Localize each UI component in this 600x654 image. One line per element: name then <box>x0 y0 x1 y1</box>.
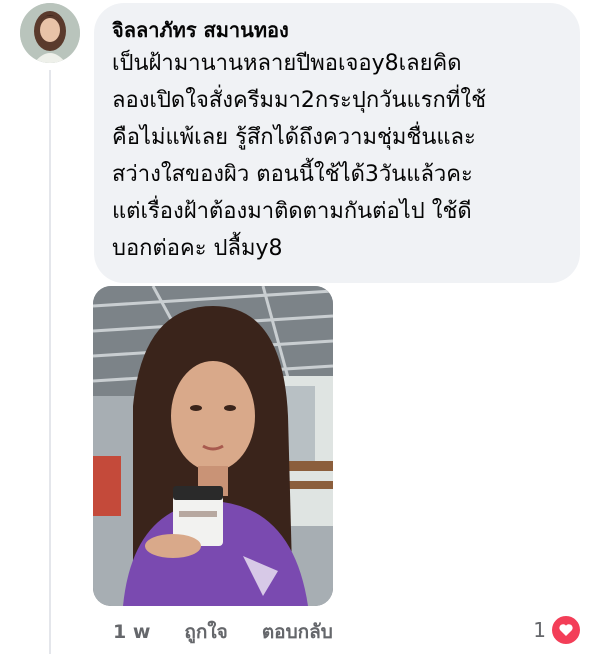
comment-author[interactable]: จิลลาภัทร สมานทอง <box>112 17 562 43</box>
reaction-summary[interactable]: 1 <box>533 614 582 646</box>
avatar[interactable] <box>20 3 80 63</box>
comment-bubble: จิลลาภัทร สมานทอง เป็นฝ้ามานานหลายปีพอเจ… <box>94 3 580 283</box>
reply-button[interactable]: ตอบกลับ <box>262 617 333 647</box>
heart-icon <box>550 614 582 646</box>
comment-photo[interactable] <box>93 286 333 606</box>
comment-timestamp[interactable]: 1 w <box>113 621 150 643</box>
photo-image <box>93 286 333 606</box>
reaction-count: 1 <box>533 618 546 642</box>
thread-line <box>49 70 51 654</box>
comment-actions: 1 w ถูกใจ ตอบกลับ <box>113 617 333 647</box>
comment-text: เป็นฝ้ามานานหลายปีพอเจอy8เลยคิด ลองเปิดใ… <box>112 51 487 261</box>
avatar-photo <box>20 3 80 63</box>
like-button[interactable]: ถูกใจ <box>184 617 227 647</box>
